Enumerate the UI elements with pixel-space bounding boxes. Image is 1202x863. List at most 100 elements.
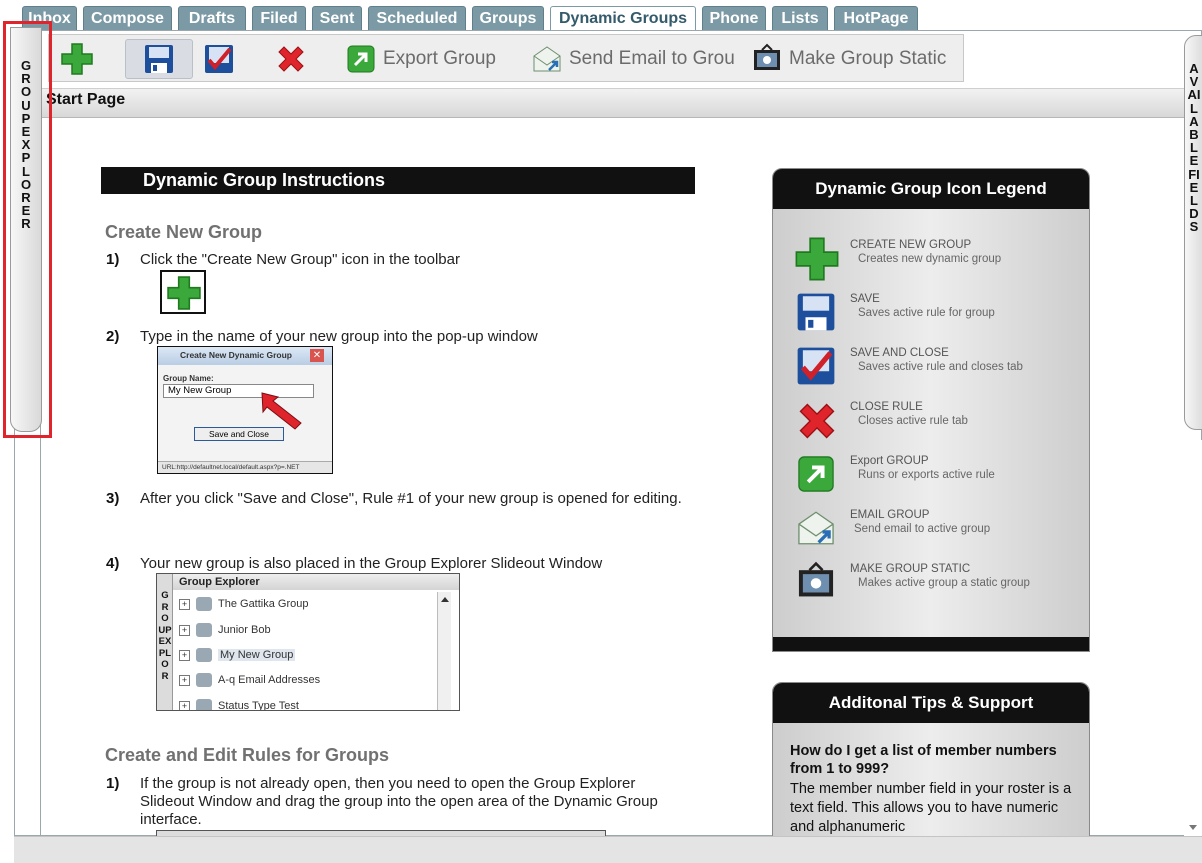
- status-bar: [14, 836, 1202, 863]
- tips-question: How do I get a list of member numbers fr…: [790, 743, 1057, 777]
- step-number: 1): [106, 775, 120, 792]
- tab-scheduled[interactable]: Scheduled: [368, 6, 466, 30]
- tab-groups[interactable]: Groups: [472, 6, 544, 30]
- list-item-label: My New Group: [218, 649, 296, 661]
- expand-icon: +: [179, 624, 190, 636]
- step-text: Click the "Create New Group" icon in the…: [140, 251, 460, 268]
- popup-status: URL:http://defaultnet.local/default.aspx…: [158, 461, 332, 473]
- step-text: After you click "Save and Close", Rule #…: [140, 490, 682, 507]
- step-number: 3): [106, 490, 120, 507]
- available-fields-tab[interactable]: AVAILABLEFIELDS: [1184, 35, 1202, 430]
- popup-title: Create New Dynamic Group: [180, 350, 292, 360]
- close-rule-button[interactable]: [271, 39, 311, 79]
- legend-item-title: CLOSE RULE: [850, 401, 923, 413]
- expand-icon: +: [179, 649, 190, 661]
- tab-bar: Inbox Compose Drafts Filed Sent Schedule…: [0, 0, 1202, 31]
- toolbar: Export Group Send Email to Grou Make Gro…: [48, 34, 964, 82]
- scroll-up-icon: [441, 597, 449, 602]
- legend-item-title: SAVE AND CLOSE: [850, 347, 949, 359]
- legend-item-title: CREATE NEW GROUP: [850, 239, 972, 251]
- step-number: 2): [106, 328, 120, 345]
- arrow-icon: [261, 392, 302, 430]
- tab-dynamic-groups[interactable]: Dynamic Groups: [550, 6, 696, 31]
- legend-item: SAVE Saves active rule for group: [795, 289, 1085, 337]
- legend-item-title: SAVE: [850, 293, 880, 305]
- list-item-label: A-q Email Addresses: [218, 674, 321, 686]
- scroll-down-icon[interactable]: [1189, 825, 1197, 830]
- save-icon: [145, 45, 173, 73]
- save-close-icon: [205, 45, 233, 73]
- popup-field-label: Group Name:: [163, 374, 214, 383]
- group-icon: [196, 623, 212, 637]
- list-item-label: Junior Bob: [218, 624, 271, 636]
- list-item: + The Gattika Group: [179, 594, 309, 614]
- group-icon: [196, 648, 212, 662]
- legend-item: EMAIL GROUP Send email to active group: [795, 505, 1085, 553]
- legend-item-title: MAKE GROUP STATIC: [850, 563, 971, 575]
- legend-item: SAVE AND CLOSE Saves active rule and clo…: [795, 343, 1085, 391]
- expand-icon: +: [179, 598, 190, 610]
- legend-item-desc: Creates new dynamic group: [858, 253, 1002, 265]
- step-text: If the group is not already open, then y…: [140, 775, 658, 828]
- close-icon: [799, 403, 835, 439]
- static-icon: [798, 561, 834, 597]
- group-icon: [196, 673, 212, 687]
- step-text: Type in the name of your new group into …: [140, 328, 538, 345]
- list-item: + My New Group: [179, 645, 296, 665]
- step-number: 1): [106, 251, 120, 268]
- legend-item-desc: Closes active rule tab: [858, 415, 968, 427]
- group-icon: [196, 699, 212, 710]
- step-text: Your new group is also placed in the Gro…: [140, 555, 603, 572]
- legend-item-desc: Send email to active group: [854, 523, 991, 535]
- start-page-bar: Start Page: [40, 88, 1190, 118]
- tab-phone[interactable]: Phone: [702, 6, 766, 30]
- export-icon: [347, 45, 375, 73]
- tab-sent[interactable]: Sent: [312, 6, 362, 30]
- group-icon: [196, 597, 212, 611]
- tab-hotpage[interactable]: HotPage: [834, 6, 918, 30]
- legend-item: Export GROUP Runs or exports active rule: [795, 451, 1085, 499]
- export-icon: [798, 456, 834, 492]
- save-and-close-button[interactable]: [199, 39, 239, 79]
- group-explorer-screenshot: GROUPEXPLOR Group Explorer + The Gattika …: [156, 573, 460, 711]
- legend-item-title: Export GROUP: [850, 455, 929, 467]
- save-close-icon: [797, 347, 835, 385]
- icon-legend-panel: Dynamic Group Icon Legend CREATE NEW GRO…: [772, 168, 1090, 652]
- plus-icon: [61, 43, 93, 75]
- popup-titlebar: Create New Dynamic Group ✕: [158, 347, 332, 365]
- make-group-static-button[interactable]: Make Group Static: [751, 39, 961, 79]
- tab-drafts[interactable]: Drafts: [178, 6, 246, 30]
- explorer-side-label: GROUPEXPLOR: [158, 590, 172, 682]
- export-group-label: Export Group: [383, 48, 496, 69]
- legend-footer: [773, 637, 1089, 651]
- popup-screenshot: Create New Dynamic Group ✕ Group Name: M…: [157, 346, 333, 474]
- plus-icon: [167, 276, 201, 310]
- create-group-button[interactable]: [57, 39, 97, 79]
- legend-item: MAKE GROUP STATIC Makes active group a s…: [795, 559, 1085, 607]
- legend-item-desc: Saves active rule for group: [858, 307, 995, 319]
- start-page-tab[interactable]: Start Page: [46, 91, 125, 109]
- instructions-header: Dynamic Group Instructions: [101, 167, 695, 194]
- tab-compose[interactable]: Compose: [83, 6, 172, 30]
- expand-icon: +: [179, 674, 190, 686]
- legend-item-title: EMAIL GROUP: [850, 509, 930, 521]
- close-icon: ✕: [310, 349, 324, 362]
- list-item: + Status Type Test: [179, 696, 299, 711]
- edit-rules-heading: Create and Edit Rules for Groups: [105, 745, 390, 765]
- tab-filed[interactable]: Filed: [252, 6, 306, 30]
- export-group-button[interactable]: Export Group: [345, 39, 505, 79]
- tips-answer: The member number field in your roster i…: [790, 781, 1072, 835]
- make-static-label: Make Group Static: [789, 48, 947, 69]
- list-item-label: Status Type Test: [218, 700, 299, 711]
- explorer-side-strip: GROUPEXPLOR: [157, 574, 173, 710]
- email-icon: [798, 511, 834, 545]
- scrollbar[interactable]: [1184, 440, 1202, 836]
- close-icon: [278, 46, 304, 72]
- send-email-button[interactable]: Send Email to Grou: [531, 39, 741, 79]
- save-button[interactable]: [125, 39, 193, 79]
- expand-icon: +: [179, 700, 190, 710]
- step-number: 4): [106, 555, 120, 572]
- highlight-box: [3, 21, 52, 438]
- tab-lists[interactable]: Lists: [772, 6, 828, 30]
- list-item: + Junior Bob: [179, 620, 271, 640]
